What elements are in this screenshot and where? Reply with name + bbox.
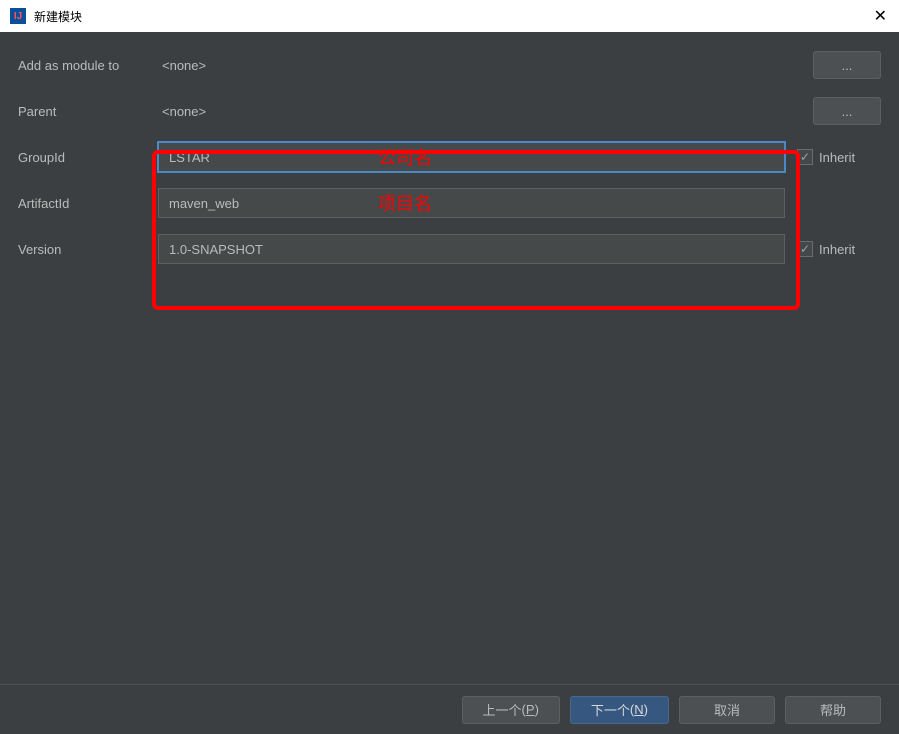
value-parent: <none> — [158, 104, 801, 119]
inherit-group-id-wrap[interactable]: ✓ Inherit — [797, 149, 881, 165]
row-add-as-module: Add as module to <none> ... — [18, 52, 881, 78]
window-title: 新建模块 — [34, 8, 82, 25]
value-add-as-module: <none> — [158, 58, 801, 73]
prev-button-label: 上一个 — [483, 700, 522, 719]
cancel-button[interactable]: 取消 — [679, 696, 775, 724]
label-add-as-module: Add as module to — [18, 58, 158, 73]
artifact-id-input[interactable] — [158, 188, 785, 218]
row-artifact-id: ArtifactId 项目名 — [18, 190, 881, 216]
inherit-version-checkbox[interactable]: ✓ — [797, 241, 813, 257]
label-artifact-id: ArtifactId — [18, 196, 158, 211]
row-group-id: GroupId 公司名 ✓ Inherit — [18, 144, 881, 170]
dialog-content: Add as module to <none> ... Parent <none… — [0, 32, 899, 262]
inherit-group-id-checkbox[interactable]: ✓ — [797, 149, 813, 165]
browse-add-as-module-button[interactable]: ... — [813, 51, 881, 79]
row-parent: Parent <none> ... — [18, 98, 881, 124]
inherit-group-id-label: Inherit — [819, 150, 855, 165]
inherit-version-wrap[interactable]: ✓ Inherit — [797, 241, 881, 257]
app-icon: IJ — [10, 8, 26, 24]
version-input[interactable] — [158, 234, 785, 264]
next-button[interactable]: 下一个(N) — [570, 696, 669, 724]
next-button-label: 下一个 — [591, 700, 630, 719]
label-version: Version — [18, 242, 158, 257]
check-icon: ✓ — [800, 150, 810, 164]
help-button[interactable]: 帮助 — [785, 696, 881, 724]
browse-parent-button[interactable]: ... — [813, 97, 881, 125]
check-icon: ✓ — [800, 242, 810, 256]
titlebar: IJ 新建模块 ✕ — [0, 0, 899, 32]
inherit-version-label: Inherit — [819, 242, 855, 257]
next-button-key: N — [634, 702, 643, 717]
prev-button[interactable]: 上一个(P) — [462, 696, 560, 724]
label-parent: Parent — [18, 104, 158, 119]
highlight-annotation-box — [152, 150, 800, 310]
close-icon[interactable]: ✕ — [874, 6, 887, 26]
row-version: Version ✓ Inherit — [18, 236, 881, 262]
dialog-footer: 上一个(P) 下一个(N) 取消 帮助 — [0, 684, 899, 734]
label-group-id: GroupId — [18, 150, 158, 165]
prev-button-key: P — [526, 702, 535, 717]
group-id-input[interactable] — [158, 142, 785, 172]
